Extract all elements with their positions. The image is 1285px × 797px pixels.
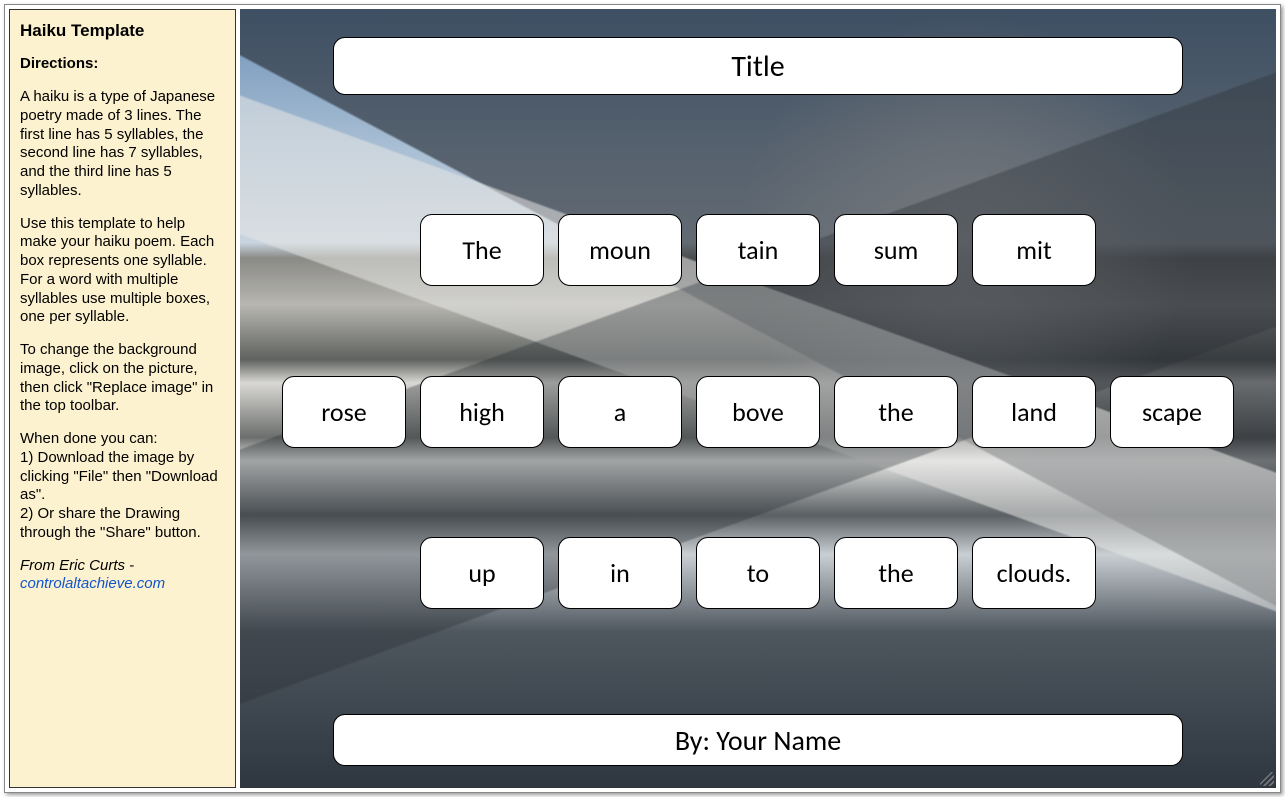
syllable-box[interactable]: the <box>834 537 958 609</box>
credit-link[interactable]: controlaltachieve.com <box>20 575 165 592</box>
haiku-rows: The moun tain sum mit rose high a bove t… <box>300 95 1216 708</box>
syllable-box[interactable]: the <box>834 376 958 448</box>
directions-paragraph-1: A haiku is a type of Japanese poetry mad… <box>20 88 225 201</box>
document-page: Haiku Template Directions: A haiku is a … <box>4 4 1281 793</box>
directions-paragraph-3: To change the background image, click on… <box>20 341 225 416</box>
directions-paragraph-2: Use this template to help make your haik… <box>20 215 225 328</box>
done-intro: When done you can: <box>20 430 158 447</box>
directions-label: Directions: <box>20 55 225 74</box>
instructions-sidebar: Haiku Template Directions: A haiku is a … <box>9 9 236 788</box>
syllable-box[interactable]: The <box>420 214 544 286</box>
syllable-box[interactable]: in <box>558 537 682 609</box>
syllable-box[interactable]: tain <box>696 214 820 286</box>
syllable-box[interactable]: mit <box>972 214 1096 286</box>
haiku-line-1: The moun tain sum mit <box>420 214 1096 286</box>
done-step-2: 2) Or share the Drawing through the "Sha… <box>20 505 201 541</box>
credit-prefix: From Eric Curts - <box>20 557 134 574</box>
haiku-line-2: rose high a bove the land scape <box>282 376 1234 448</box>
syllable-box[interactable]: high <box>420 376 544 448</box>
byline-input[interactable]: By: Your Name <box>333 714 1183 766</box>
syllable-box[interactable]: scape <box>1110 376 1234 448</box>
resize-grip-icon[interactable] <box>1260 772 1274 786</box>
credit-line: From Eric Curts - controlaltachieve.com <box>20 557 225 595</box>
syllable-box[interactable]: bove <box>696 376 820 448</box>
sidebar-heading: Haiku Template <box>20 20 225 41</box>
syllable-box[interactable]: land <box>972 376 1096 448</box>
haiku-canvas[interactable]: Title The moun tain sum mit rose high a … <box>240 9 1276 788</box>
syllable-box[interactable]: up <box>420 537 544 609</box>
syllable-box[interactable]: a <box>558 376 682 448</box>
syllable-box[interactable]: sum <box>834 214 958 286</box>
done-step-1: 1) Download the image by clicking "File"… <box>20 449 218 504</box>
title-input[interactable]: Title <box>333 37 1183 95</box>
haiku-line-3: up in to the clouds. <box>420 537 1096 609</box>
syllable-box[interactable]: clouds. <box>972 537 1096 609</box>
syllable-box[interactable]: moun <box>558 214 682 286</box>
syllable-box[interactable]: to <box>696 537 820 609</box>
directions-done: When done you can: 1) Download the image… <box>20 430 225 543</box>
syllable-box[interactable]: rose <box>282 376 406 448</box>
